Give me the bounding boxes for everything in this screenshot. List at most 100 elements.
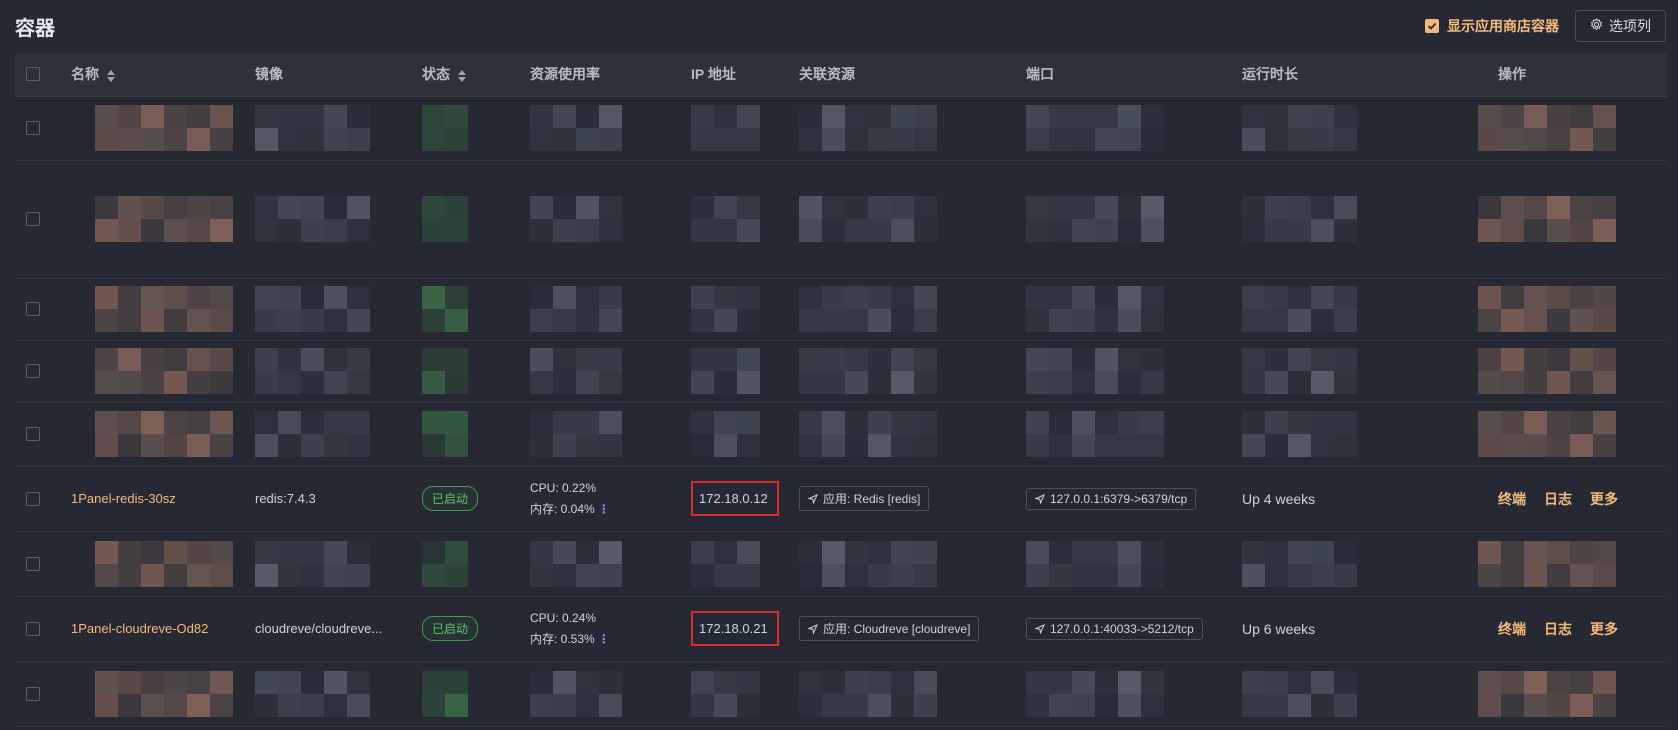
- status-badge: 已启动: [422, 616, 479, 641]
- blurred-content: [95, 540, 255, 587]
- blurred-content: [799, 196, 949, 242]
- blurred-content: [530, 540, 630, 587]
- sort-icon[interactable]: [457, 69, 466, 82]
- column-header-status[interactable]: 状态: [422, 53, 530, 97]
- image-text: redis:7.4.3: [255, 491, 316, 506]
- blurred-content: [530, 105, 630, 151]
- blurred-content: [691, 348, 771, 394]
- cpu-usage: CPU: 0.24%: [530, 610, 597, 625]
- column-header-related-resource: 关联资源: [799, 53, 1026, 97]
- row-checkbox[interactable]: [26, 427, 40, 441]
- blurred-content: [1242, 411, 1372, 457]
- uptime-text: Up 4 weeks: [1242, 490, 1316, 507]
- blurred-content: [530, 286, 630, 332]
- blurred-content: [255, 105, 375, 151]
- row-checkbox[interactable]: [26, 621, 40, 636]
- header-actions: 显示应用商店容器 选项列: [1425, 10, 1666, 42]
- row-checkbox[interactable]: [26, 364, 40, 378]
- blurred-content: [1026, 105, 1186, 151]
- blurred-content: [799, 286, 949, 332]
- more-link[interactable]: 更多: [1590, 619, 1618, 639]
- blurred-content: [530, 411, 630, 457]
- blurred-content: [95, 286, 255, 332]
- row-checkbox[interactable]: [26, 491, 40, 506]
- blurred-content: [530, 196, 630, 242]
- row-checkbox[interactable]: [26, 686, 40, 701]
- blurred-content: [422, 105, 482, 151]
- port-label: 127.0.0.1:40033->5212/tcp: [1050, 621, 1194, 636]
- status-badge: 已启动: [422, 486, 479, 511]
- blurred-content: [691, 540, 771, 587]
- table-row: [15, 531, 1667, 597]
- table-row: [15, 402, 1667, 467]
- blurred-content: [1026, 411, 1186, 457]
- row-checkbox[interactable]: [26, 212, 40, 226]
- blurred-content: [691, 196, 771, 242]
- more-link[interactable]: 更多: [1590, 489, 1618, 509]
- container-name-link[interactable]: 1Panel-cloudreve-Od82: [71, 621, 208, 636]
- select-all-checkbox[interactable]: [26, 67, 40, 82]
- column-header-uptime: 运行时长: [1242, 53, 1478, 97]
- blurred-content: [422, 196, 482, 242]
- table-header-row: 名称 镜像 状态 资源使用率 IP 地址 关联资源 端口 运行时长 操作: [15, 53, 1667, 97]
- blurred-content: [1478, 196, 1618, 242]
- show-store-label: 显示应用商店容器: [1447, 18, 1559, 34]
- port-chip[interactable]: 127.0.0.1:40033->5212/tcp: [1026, 617, 1203, 640]
- vertical-dots-icon[interactable]: ⋮: [598, 502, 610, 516]
- columns-button-label: 选项列: [1609, 18, 1651, 34]
- blurred-content: [422, 348, 482, 394]
- column-header-actions: 操作: [1478, 53, 1667, 97]
- blurred-content: [691, 670, 771, 717]
- uptime-text: Up 6 weeks: [1242, 620, 1316, 637]
- blurred-content: [255, 348, 375, 394]
- blurred-content: [1242, 540, 1372, 587]
- blurred-content: [1026, 540, 1186, 587]
- blurred-content: [1242, 348, 1372, 394]
- row-checkbox[interactable]: [26, 121, 40, 135]
- blurred-content: [691, 105, 771, 151]
- container-name-link[interactable]: 1Panel-redis-30sz: [71, 491, 176, 506]
- blurred-content: [95, 411, 255, 457]
- image-text: cloudreve/cloudreve...: [255, 621, 383, 636]
- blurred-content: [799, 540, 949, 587]
- navigation-arrow-icon: [1035, 623, 1045, 634]
- columns-button[interactable]: 选项列: [1575, 10, 1666, 42]
- column-header-ip: IP 地址: [691, 53, 799, 97]
- column-header-image: 镜像: [255, 53, 422, 97]
- terminal-link[interactable]: 终端: [1498, 489, 1526, 509]
- blurred-content: [1026, 286, 1186, 332]
- blurred-content: [1478, 348, 1618, 394]
- log-link[interactable]: 日志: [1544, 489, 1572, 509]
- blurred-content: [255, 411, 375, 457]
- row-checkbox[interactable]: [26, 302, 40, 316]
- related-resource-chip[interactable]: 应用: Redis [redis]: [799, 486, 930, 511]
- blurred-content: [422, 411, 482, 457]
- show-store-toggle[interactable]: 显示应用商店容器: [1425, 16, 1559, 36]
- vertical-dots-icon[interactable]: ⋮: [598, 632, 610, 646]
- blurred-content: [799, 105, 949, 151]
- memory-usage: 内存: 0.53%: [530, 631, 595, 646]
- blurred-content: [530, 348, 630, 394]
- port-label: 127.0.0.1:6379->6379/tcp: [1050, 491, 1188, 506]
- blurred-content: [1026, 348, 1186, 394]
- blurred-content: [691, 286, 771, 332]
- blurred-content: [799, 348, 949, 394]
- navigation-arrow-icon: [808, 623, 818, 634]
- blurred-content: [1242, 670, 1372, 717]
- blurred-content: [799, 670, 949, 717]
- page-title: 容器: [15, 18, 55, 40]
- terminal-link[interactable]: 终端: [1498, 619, 1526, 639]
- port-chip[interactable]: 127.0.0.1:6379->6379/tcp: [1026, 487, 1197, 510]
- column-header-name[interactable]: 名称: [55, 53, 255, 97]
- log-link[interactable]: 日志: [1544, 619, 1572, 639]
- related-resource-chip[interactable]: 应用: Cloudreve [cloudreve]: [799, 616, 980, 641]
- checkbox-checked-icon[interactable]: [1425, 19, 1439, 33]
- blurred-content: [1478, 105, 1618, 151]
- table-row: 1Panel-redis-30sz redis:7.4.3 已启动 CPU: 0…: [15, 466, 1667, 532]
- blurred-content: [95, 670, 255, 717]
- sort-icon[interactable]: [106, 69, 115, 82]
- column-header-resource-usage: 资源使用率: [530, 53, 691, 97]
- row-checkbox[interactable]: [26, 556, 40, 571]
- navigation-arrow-icon: [1035, 493, 1045, 504]
- blurred-content: [1478, 411, 1618, 457]
